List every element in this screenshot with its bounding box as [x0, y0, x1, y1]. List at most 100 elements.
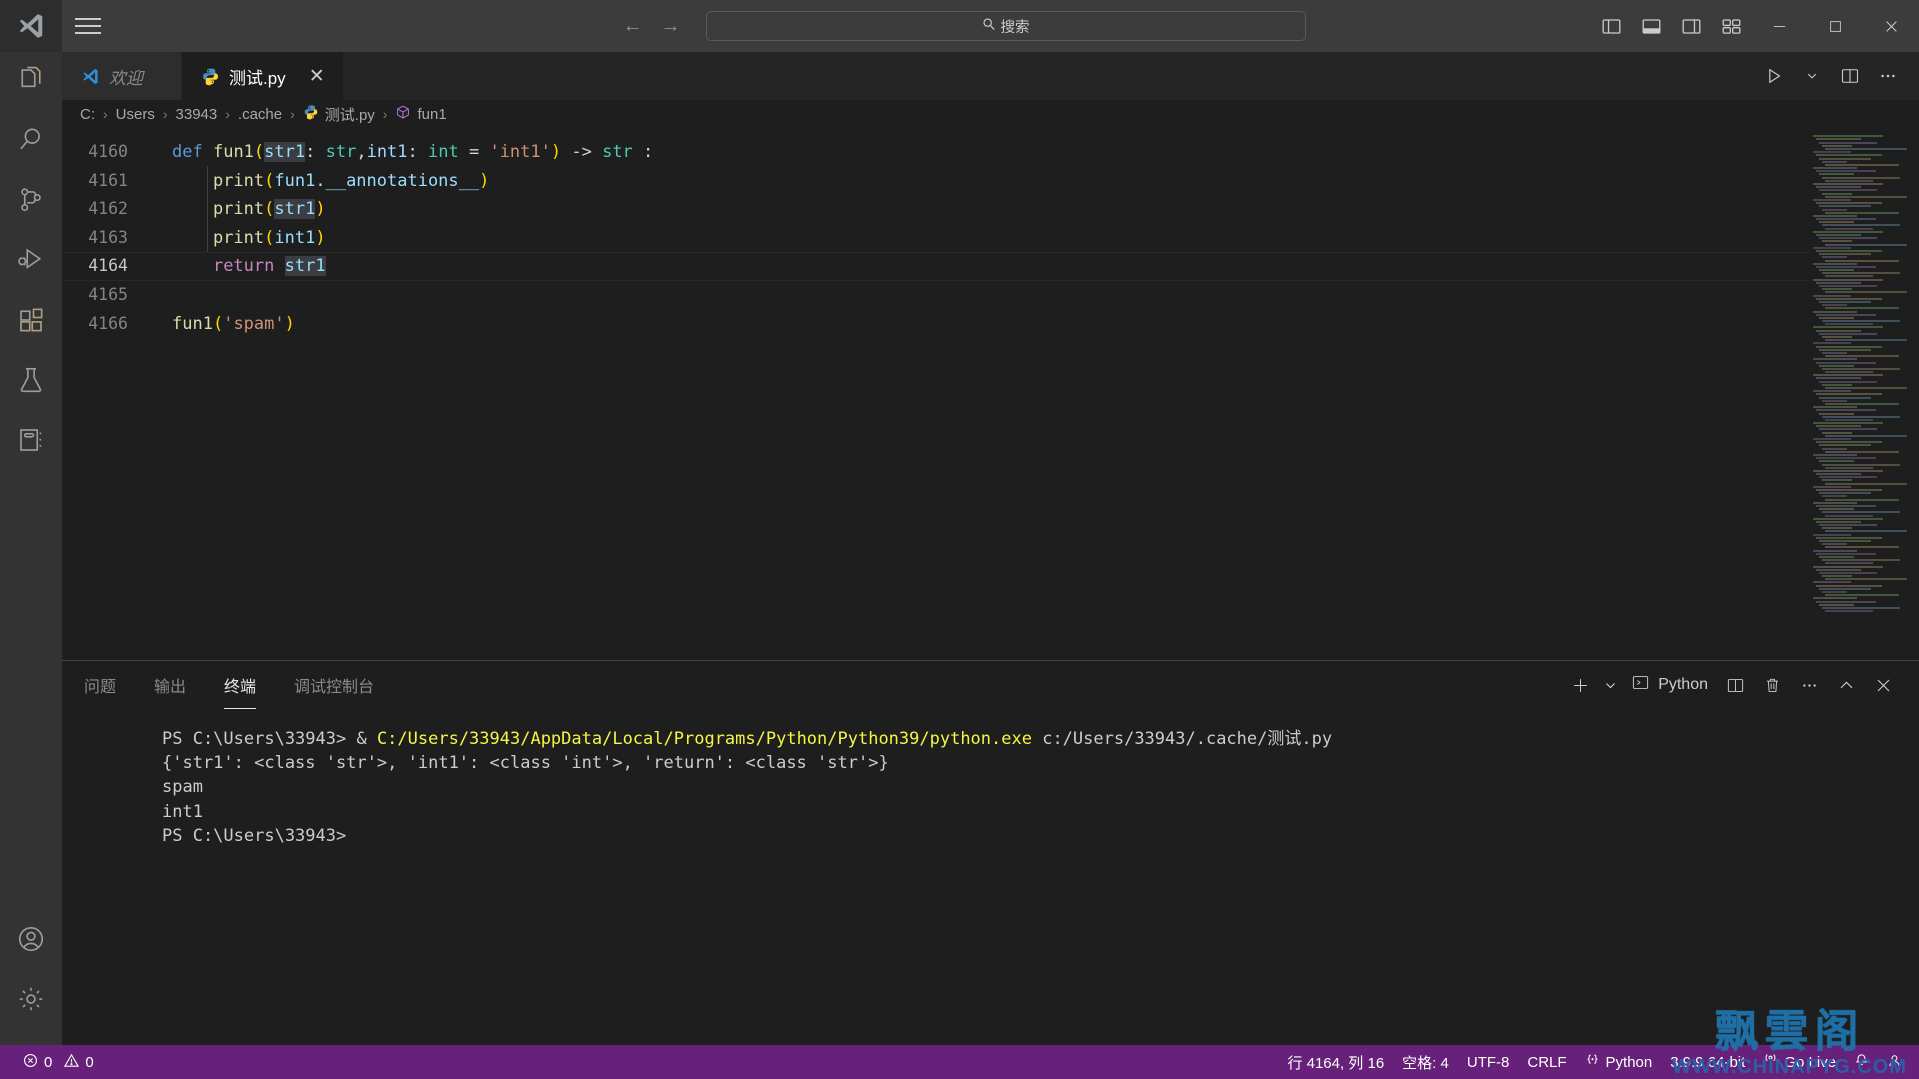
panel-tab-debug-console[interactable]: 调试控制台 [294, 667, 374, 703]
minimap-line [1822, 495, 1847, 498]
code-line[interactable]: 4160 def fun1(str1: str,int1: int = 'int1… [62, 138, 1809, 167]
bottom-panel: 问题 输出 终端 调试控制台 Python PS C:\Users\33943>… [62, 660, 1919, 1045]
status-encoding[interactable]: UTF-8 [1458, 1045, 1519, 1079]
account-icon [16, 924, 46, 959]
sidebar-item-run-and-debug[interactable] [0, 232, 62, 292]
tab-welcome[interactable]: 欢迎 [62, 52, 182, 100]
sidebar-item-jupyter[interactable] [0, 412, 62, 472]
activity-bar [0, 52, 62, 1045]
error-count: 0 [44, 1053, 53, 1071]
minimap-line [1825, 291, 1907, 294]
terminal-line: {'str1': <class 'str'>, 'int1': <class '… [162, 753, 889, 774]
code-line[interactable]: 4164 return str1 [62, 252, 1809, 281]
breadcrumb-item-drive[interactable]: C: [80, 106, 95, 123]
more-actions-button[interactable] [1871, 52, 1905, 100]
terminal-line: int1 [162, 801, 203, 822]
line-number: 4162 [88, 199, 128, 219]
sidebar-item-testing[interactable] [0, 352, 62, 412]
minimap-line [1816, 457, 1876, 460]
tab-test-py[interactable]: 测试.py ✕ [182, 52, 344, 100]
minimap-line [1813, 262, 1857, 265]
run-python-file-button[interactable] [1757, 52, 1791, 100]
minimap[interactable] [1809, 128, 1919, 660]
minimap-line [1825, 418, 1873, 421]
new-terminal-button[interactable] [1563, 661, 1598, 709]
status-eol[interactable]: CRLF [1518, 1045, 1575, 1079]
indent-guide [207, 166, 208, 252]
status-line-column[interactable]: 行 4164, 列 16 [1278, 1045, 1393, 1079]
minimap-line [1822, 575, 1852, 578]
code-line[interactable]: 4165 [62, 281, 1809, 310]
minimap-line [1816, 520, 1861, 523]
minimap-line [1816, 600, 1876, 603]
error-circle-icon [23, 1053, 38, 1072]
breadcrumb-item-user[interactable]: 33943 [176, 106, 218, 123]
new-terminal-chevron-down-icon[interactable] [1600, 661, 1621, 709]
sidebar-item-explorer[interactable] [0, 52, 62, 112]
minimap-line [1819, 221, 1854, 224]
panel-more-actions-button[interactable] [1792, 661, 1827, 709]
terminal-shell-selector[interactable]: Python [1623, 661, 1716, 709]
run-options-chevron-down-icon[interactable] [1795, 52, 1829, 100]
minimap-line [1816, 329, 1861, 332]
code-line[interactable]: 4162 print(str1) [62, 195, 1809, 224]
breadcrumb-separator: › [382, 106, 388, 122]
minimap-line [1819, 141, 1877, 144]
breadcrumb-item-users[interactable]: Users [116, 106, 155, 123]
terminal-output[interactable]: PS C:\Users\33943> & C:/Users/33943/AppD… [62, 709, 1919, 1045]
terminal-line: PS C:\Users\33943> [162, 825, 347, 846]
minimap-line [1813, 198, 1851, 201]
warning-count: 0 [85, 1053, 94, 1071]
kill-terminal-button[interactable] [1755, 661, 1790, 709]
code-line[interactable]: 4166 fun1('spam') [62, 310, 1809, 339]
accounts-button[interactable] [0, 911, 62, 971]
terminal-shell-label: Python [1658, 676, 1708, 693]
status-problems[interactable]: 0 0 [14, 1045, 103, 1079]
status-indentation[interactable]: 空格: 4 [1393, 1045, 1458, 1079]
minimap-line [1825, 163, 1899, 166]
code-line[interactable]: 4161 print(fun1.__annotations__) [62, 167, 1809, 196]
minimap-line [1813, 597, 1857, 600]
maximize-panel-button[interactable] [1829, 661, 1864, 709]
minimap-line [1816, 568, 1861, 571]
status-python-interpreter[interactable]: 3.9.9 64-bit [1661, 1045, 1754, 1079]
breadcrumb-item-cache[interactable]: .cache [238, 106, 282, 123]
python-icon [303, 104, 319, 124]
sidebar-item-search[interactable] [0, 112, 62, 172]
line-number: 4163 [88, 227, 128, 247]
panel-tab-output[interactable]: 输出 [154, 667, 186, 703]
bell-icon [1854, 1053, 1869, 1072]
navigate-forward-button[interactable]: → [652, 9, 690, 43]
code-lines[interactable]: 4160 def fun1(str1: str,int1: int = 'int1… [62, 128, 1809, 660]
navigate-back-button[interactable]: ← [614, 9, 652, 43]
manage-settings-button[interactable] [0, 971, 62, 1031]
minimap-line [1822, 336, 1852, 338]
panel-tab-terminal[interactable]: 终端 [224, 667, 257, 709]
search-input[interactable]: 搜索 [705, 11, 1306, 41]
breadcrumb-separator: › [290, 106, 295, 122]
minimap-line [1816, 393, 1882, 396]
minimap-line [1822, 272, 1900, 275]
minimap-line [1825, 434, 1907, 437]
status-notifications[interactable] [1845, 1045, 1878, 1079]
breadcrumb-item-file[interactable]: 测试.py [303, 104, 375, 125]
split-editor-right-button[interactable] [1833, 52, 1867, 100]
panel-tab-problems[interactable]: 问题 [84, 667, 116, 703]
minimap-line [1813, 501, 1857, 504]
sidebar-item-source-control[interactable] [0, 172, 62, 232]
code-line[interactable]: 4163 print(int1) [62, 224, 1809, 253]
breadcrumb-item-symbol[interactable]: fun1 [395, 104, 447, 124]
status-language-mode[interactable]: Python [1576, 1045, 1662, 1079]
minimap-line [1819, 285, 1877, 287]
sidebar-item-extensions[interactable] [0, 292, 62, 352]
status-account[interactable] [1878, 1045, 1911, 1079]
minimap-line [1819, 444, 1871, 447]
minimap-line [1819, 540, 1871, 542]
minimap-line [1816, 281, 1861, 284]
tab-close-button[interactable]: ✕ [309, 67, 325, 86]
split-terminal-button[interactable] [1718, 661, 1753, 709]
close-panel-button[interactable] [1866, 661, 1901, 709]
status-go-live[interactable]: Go Live [1754, 1045, 1845, 1079]
code-editor[interactable]: 4160 def fun1(str1: str,int1: int = 'int1… [62, 128, 1919, 660]
gear-icon [16, 984, 46, 1019]
